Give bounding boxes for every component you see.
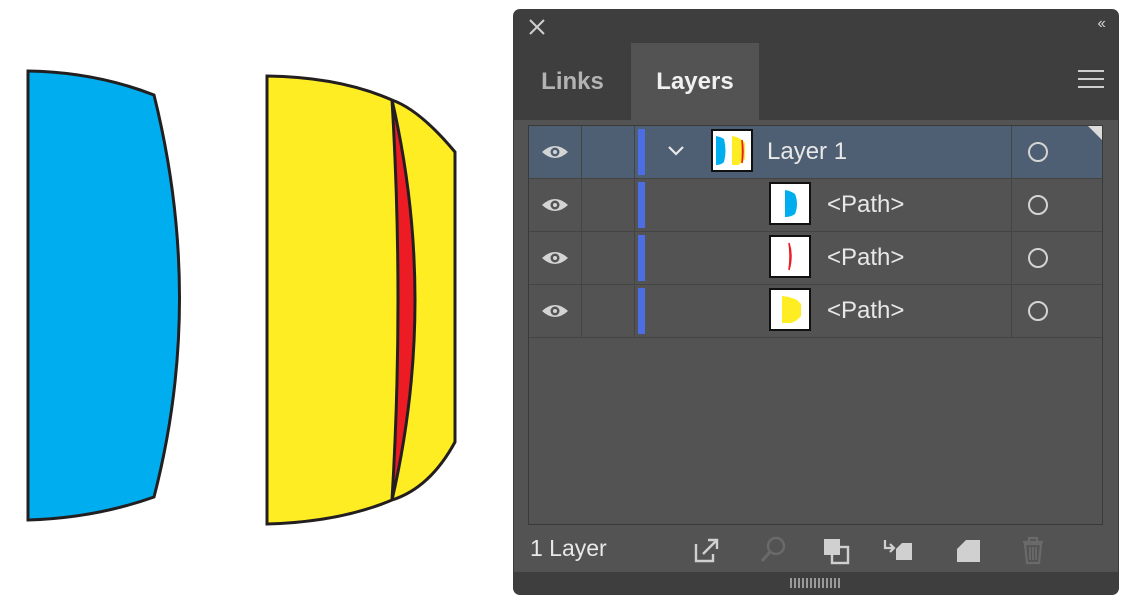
blue-path-shape[interactable] <box>26 69 181 522</box>
target-button[interactable] <box>1011 179 1101 231</box>
path-name[interactable]: <Path> <box>827 179 904 231</box>
yellow-path-shape[interactable] <box>265 74 457 526</box>
export-icon[interactable] <box>690 534 722 566</box>
collapse-panel-icon[interactable]: ‹‹ <box>1097 15 1106 33</box>
path-name[interactable]: <Path> <box>827 232 904 284</box>
delete-icon[interactable] <box>1017 534 1049 566</box>
path-thumbnail[interactable] <box>769 235 811 278</box>
lock-toggle[interactable] <box>582 232 635 284</box>
eye-icon <box>542 199 568 211</box>
layer-color-bar <box>638 182 645 228</box>
tab-links[interactable]: Links <box>514 43 631 120</box>
layer-color-bar <box>638 288 645 334</box>
tab-layers[interactable]: Layers <box>631 43 759 120</box>
locate-object-icon[interactable] <box>757 534 789 566</box>
artboard-canvas[interactable] <box>0 0 510 600</box>
panel-footer: 1 Layer <box>514 525 1118 575</box>
lock-toggle[interactable] <box>582 126 635 178</box>
create-sublayer-icon[interactable] <box>882 534 914 566</box>
path-row[interactable]: <Path> <box>529 179 1102 232</box>
layer-color-bar <box>638 235 645 281</box>
target-circle-icon <box>1028 301 1048 321</box>
visibility-toggle[interactable] <box>529 126 582 178</box>
panel-tabbar: Links Layers <box>514 43 1118 120</box>
visibility-toggle[interactable] <box>529 232 582 284</box>
chevron-down-icon[interactable] <box>665 140 687 162</box>
eye-icon <box>542 305 568 317</box>
layer-thumbnail[interactable] <box>711 129 753 172</box>
lock-toggle[interactable] <box>582 285 635 337</box>
visibility-toggle[interactable] <box>529 179 582 231</box>
eye-icon <box>542 252 568 264</box>
target-button[interactable] <box>1011 285 1101 337</box>
eye-icon <box>542 146 568 158</box>
make-clipping-mask-icon[interactable] <box>820 534 852 566</box>
resize-grip[interactable] <box>790 578 840 588</box>
panel-menu-icon[interactable] <box>1078 70 1104 90</box>
target-circle-icon <box>1028 195 1048 215</box>
visibility-toggle[interactable] <box>529 285 582 337</box>
target-circle-icon <box>1028 248 1048 268</box>
target-circle-icon <box>1028 142 1048 162</box>
layers-list: Layer 1 <Path> <Path> <Path> <box>528 125 1103 525</box>
layer-name[interactable]: Layer 1 <box>767 126 847 178</box>
create-new-layer-icon[interactable] <box>952 534 984 566</box>
layer-row[interactable]: Layer 1 <box>529 126 1102 179</box>
selection-indicator <box>1088 126 1102 140</box>
panel-resize-strip <box>514 572 1118 594</box>
close-icon[interactable] <box>526 16 548 38</box>
path-name[interactable]: <Path> <box>827 285 904 337</box>
panel-titlebar: ‹‹ <box>514 10 1118 43</box>
layer-color-bar <box>638 129 645 175</box>
path-thumbnail[interactable] <box>769 182 811 225</box>
path-thumbnail[interactable] <box>769 288 811 331</box>
layer-count: 1 Layer <box>530 535 607 561</box>
path-row[interactable]: <Path> <box>529 232 1102 285</box>
layers-panel: ‹‹ Links Layers Layer 1 <Path> <Path> <P… <box>514 10 1118 594</box>
lock-toggle[interactable] <box>582 179 635 231</box>
path-row[interactable]: <Path> <box>529 285 1102 338</box>
target-button[interactable] <box>1011 232 1101 284</box>
